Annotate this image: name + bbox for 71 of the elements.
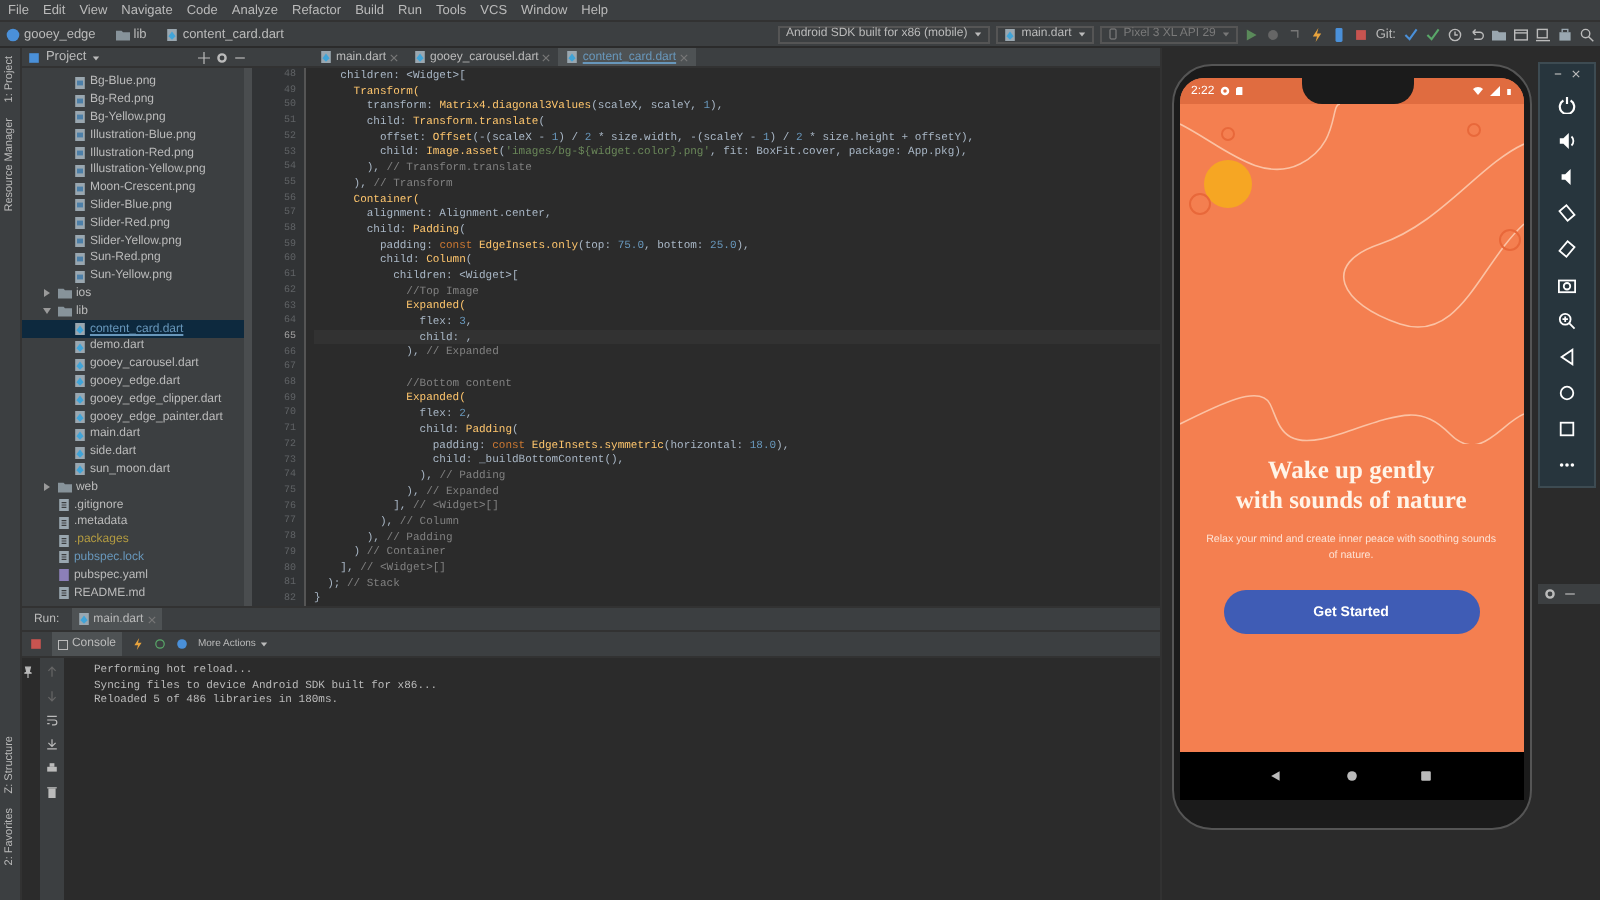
settings-icon[interactable] — [1543, 588, 1556, 600]
battery-icon — [1505, 85, 1512, 97]
signal-icon — [1489, 86, 1500, 96]
caret-icon — [973, 30, 982, 38]
dart-file-icon — [566, 50, 579, 64]
home-icon[interactable] — [1345, 770, 1358, 782]
folder-icon — [57, 480, 72, 495]
phone-icon[interactable] — [1331, 27, 1346, 41]
devtools-icon[interactable] — [175, 638, 188, 650]
close-icon[interactable] — [1571, 70, 1580, 78]
headline: Wake up gently with sounds of nature — [1235, 456, 1467, 516]
folder-icon — [115, 27, 130, 41]
rotate-left-icon[interactable] — [1557, 204, 1576, 222]
project-icon — [6, 27, 20, 41]
back-icon[interactable] — [1557, 348, 1576, 366]
stop-icon[interactable] — [1353, 27, 1368, 41]
search-icon[interactable] — [1580, 27, 1594, 41]
caret-icon[interactable] — [92, 53, 101, 61]
window-icon[interactable] — [1514, 27, 1528, 41]
lightning-icon[interactable] — [131, 638, 144, 650]
power-icon[interactable] — [1557, 96, 1576, 114]
dart-file-icon — [73, 392, 86, 407]
rotate-right-icon[interactable] — [1557, 240, 1576, 258]
caret-icon — [1077, 30, 1086, 38]
settings-icon — [1220, 86, 1231, 96]
history-icon[interactable] — [1448, 27, 1462, 41]
yaml-file-icon — [57, 568, 70, 583]
dart-file-icon — [77, 612, 90, 626]
soft-wrap-icon[interactable] — [45, 714, 58, 726]
dart-file-icon — [166, 27, 179, 41]
minimize-icon[interactable] — [1553, 70, 1562, 78]
collapsed-arrow-icon[interactable] — [42, 482, 53, 493]
restart-icon[interactable] — [153, 638, 166, 650]
overview-icon[interactable] — [1419, 770, 1432, 782]
camera-icon[interactable] — [1557, 276, 1576, 294]
expanded-arrow-icon[interactable] — [42, 306, 53, 317]
minimize-icon[interactable] — [233, 51, 246, 63]
overview-icon[interactable] — [1557, 420, 1576, 438]
home-icon[interactable] — [1557, 384, 1576, 402]
console-icon — [57, 639, 68, 649]
undo-icon[interactable] — [1470, 27, 1484, 41]
print-icon[interactable] — [45, 762, 58, 774]
dart-file-icon — [1003, 27, 1016, 41]
camera-notch — [1301, 78, 1414, 104]
zoom-icon[interactable] — [1557, 312, 1576, 330]
wifi-icon — [1471, 86, 1484, 96]
pin-icon[interactable] — [21, 666, 34, 678]
volume-down-icon[interactable] — [1557, 168, 1576, 186]
minimize-icon[interactable] — [1563, 588, 1576, 600]
commit-icon[interactable] — [1426, 27, 1440, 41]
volume-up-icon[interactable] — [1557, 132, 1576, 150]
back-icon[interactable] — [1270, 770, 1283, 782]
caret-icon — [259, 640, 268, 648]
device-manager-icon[interactable] — [1536, 27, 1550, 41]
file-icon — [57, 586, 70, 600]
lightning-icon[interactable] — [1309, 27, 1324, 41]
run-icon[interactable] — [1243, 27, 1258, 41]
sd-card-icon — [1236, 86, 1245, 96]
dart-file-icon — [413, 50, 426, 64]
dart-file-icon — [319, 50, 332, 64]
project-view-icon — [27, 51, 40, 63]
phone-icon — [1107, 28, 1118, 40]
scroll-to-end-icon[interactable] — [45, 738, 58, 750]
settings-icon[interactable] — [215, 51, 228, 63]
update-icon[interactable] — [1404, 27, 1418, 41]
crosshair-icon[interactable] — [197, 51, 210, 63]
stop-icon[interactable] — [29, 638, 42, 650]
trash-icon[interactable] — [45, 786, 58, 798]
sdk-manager-icon[interactable] — [1558, 27, 1572, 41]
collapsed-arrow-icon[interactable] — [42, 288, 53, 299]
folder-icon[interactable] — [1492, 27, 1506, 41]
